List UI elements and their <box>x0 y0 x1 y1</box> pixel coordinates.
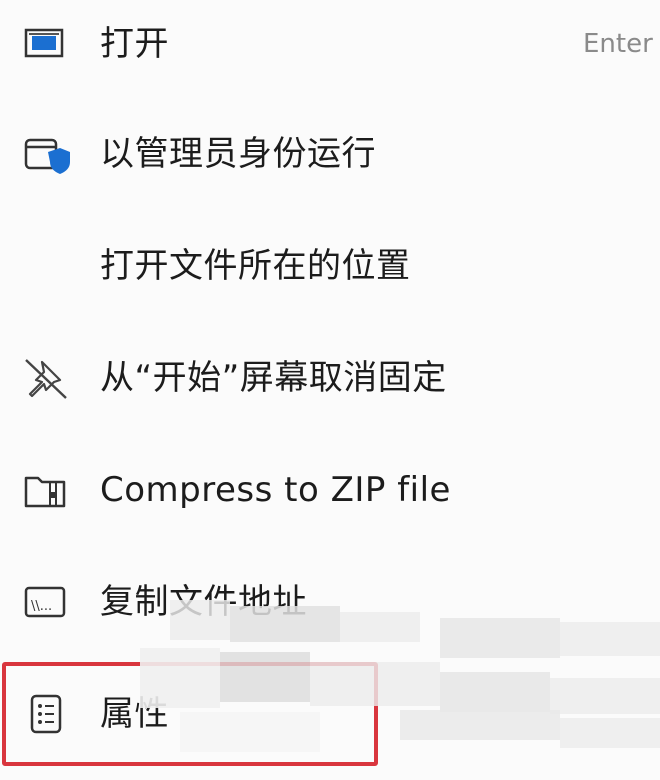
menu-item-label: 打开 <box>100 24 169 64</box>
menu-item-label: 以管理员身份运行 <box>100 134 376 174</box>
menu-item-copy-path[interactable]: \\... 复制文件地址 <box>0 552 660 652</box>
menu-item-compress-zip[interactable]: Compress to ZIP file <box>0 440 660 540</box>
menu-item-label: 复制文件地址 <box>100 582 307 622</box>
menu-item-open-file-location[interactable]: 打开文件所在的位置 <box>0 216 660 316</box>
menu-item-properties[interactable]: 属性 <box>0 664 660 764</box>
menu-item-label: Compress to ZIP file <box>100 470 451 510</box>
properties-icon <box>20 690 72 738</box>
menu-item-label: 打开文件所在的位置 <box>100 246 411 286</box>
menu-item-unpin-from-start[interactable]: 从“开始”屏幕取消固定 <box>0 328 660 428</box>
menu-item-run-as-admin[interactable]: 以管理员身份运行 <box>0 104 660 204</box>
menu-item-open[interactable]: 打开 Enter <box>0 0 660 94</box>
unpin-icon <box>20 354 72 402</box>
context-menu: 打开 Enter 以管理员身份运行 打开文件所在的位置 从“开始”屏幕取消固定 <box>0 0 660 780</box>
copy-path-icon: \\... <box>20 578 72 626</box>
shortcut-hint: Enter <box>583 29 653 59</box>
menu-item-label: 属性 <box>100 694 169 734</box>
menu-item-label: 从“开始”屏幕取消固定 <box>100 358 447 398</box>
open-window-icon <box>20 20 72 68</box>
shield-window-icon <box>20 130 72 178</box>
svg-text:\\...: \\... <box>31 599 52 614</box>
zip-folder-icon <box>20 466 72 514</box>
